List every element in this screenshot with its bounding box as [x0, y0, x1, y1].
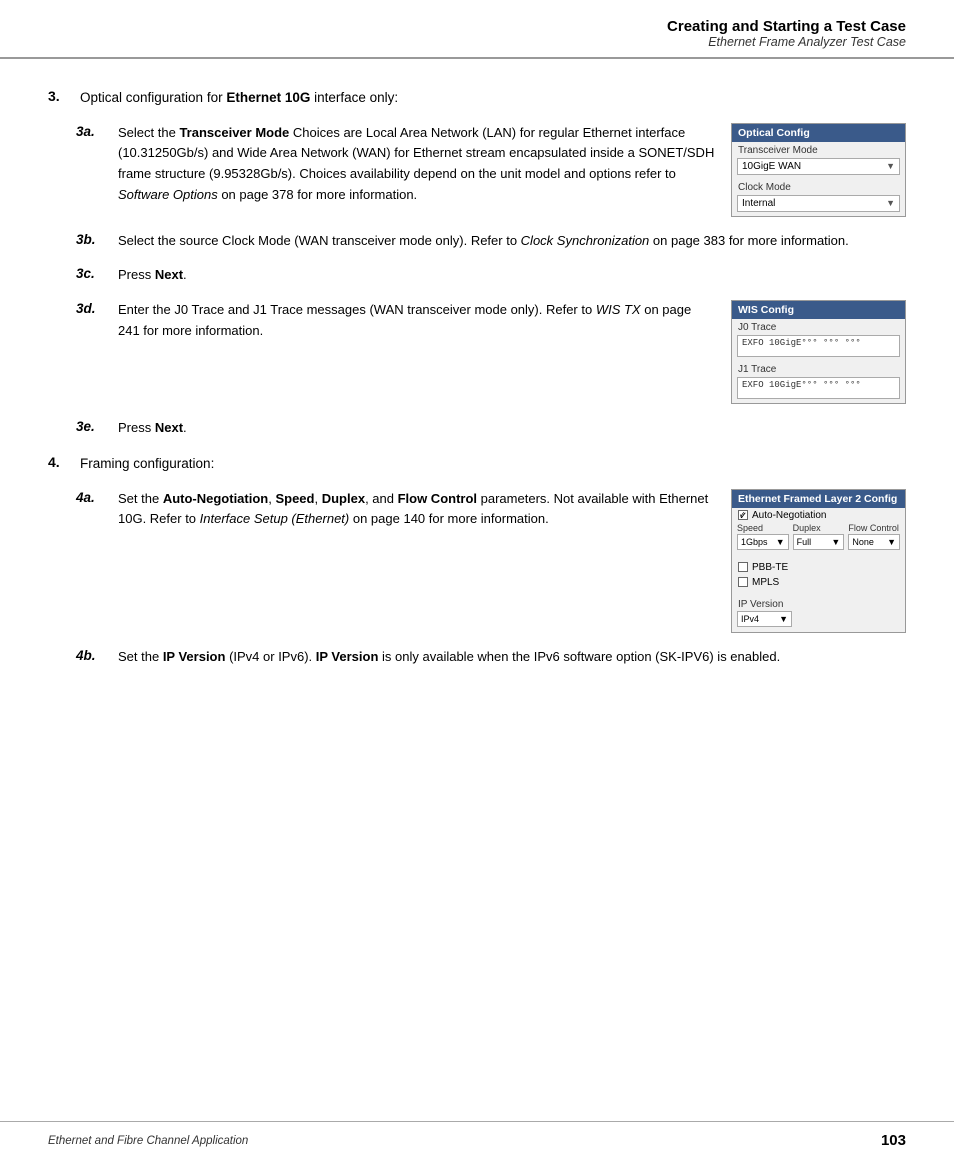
auto-negotiation-checkbox[interactable]: ✓ — [738, 510, 748, 520]
flow-control-value[interactable]: None ▼ — [848, 534, 900, 550]
step-3-text: Optical configuration for Ethernet 10G i… — [80, 87, 398, 109]
duplex-label: Duplex — [793, 523, 845, 534]
step-4-number: 4. — [48, 453, 76, 470]
transceiver-dropdown-arrow: ▼ — [886, 161, 895, 171]
speed-value[interactable]: 1Gbps ▼ — [737, 534, 789, 550]
wis-config-box: WIS Config J0 Trace EXFO 10GigE°°° °°° °… — [731, 300, 906, 404]
step-4a-number: 4a. — [76, 489, 112, 505]
step-3b-text: Select the source Clock Mode (WAN transc… — [118, 231, 906, 252]
step-3-number: 3. — [48, 87, 76, 104]
ip-version-label: IP Version — [732, 596, 905, 611]
step-4: 4. Framing configuration: — [48, 453, 906, 475]
step-3e-number: 3e. — [76, 418, 112, 434]
step-3d-number: 3d. — [76, 300, 112, 316]
flow-control-label: Flow Control — [848, 523, 900, 534]
step-4b-text: Set the IP Version (IPv4 or IPv6). IP Ve… — [118, 647, 906, 668]
speed-label: Speed — [737, 523, 789, 534]
clock-mode-text: Internal — [742, 198, 775, 209]
flow-control-col: Flow Control None ▼ — [848, 523, 900, 550]
step-3c: 3c. Press Next. — [76, 265, 906, 286]
step-3b: 3b. Select the source Clock Mode (WAN tr… — [76, 231, 906, 252]
pbb-te-row: PBB-TE — [732, 560, 905, 575]
mpls-checkbox[interactable] — [738, 577, 748, 587]
page-footer: Ethernet and Fibre Channel Application 1… — [0, 1121, 954, 1159]
optical-config-title: Optical Config — [732, 124, 905, 142]
duplex-col: Duplex Full ▼ — [793, 523, 845, 550]
step-4a-text: Set the Auto-Negotiation, Speed, Duplex,… — [118, 489, 715, 531]
step-3c-text: Press Next. — [118, 265, 906, 286]
duplex-text: Full — [797, 537, 812, 547]
step-3-substeps: 3a. Select the Transceiver Mode Choices … — [76, 123, 906, 439]
footer-left-text: Ethernet and Fibre Channel Application — [48, 1135, 248, 1147]
auto-negotiation-row: ✓ Auto-Negotiation — [732, 508, 905, 523]
step-3c-number: 3c. — [76, 265, 112, 281]
step-3b-content: Select the source Clock Mode (WAN transc… — [118, 231, 906, 252]
j1-trace-label: J1 Trace — [732, 361, 905, 376]
step-3d-content: Enter the J0 Trace and J1 Trace messages… — [118, 300, 906, 404]
step-3e-text: Press Next. — [118, 418, 906, 439]
speed-col: Speed 1Gbps ▼ — [737, 523, 789, 550]
step-3c-content: Press Next. — [118, 265, 906, 286]
flow-dropdown-arrow: ▼ — [887, 537, 896, 547]
mpls-row: MPLS — [732, 575, 905, 590]
page: Creating and Starting a Test Case Ethern… — [0, 0, 954, 1159]
ip-version-value[interactable]: IPv4 ▼ — [737, 611, 792, 627]
mpls-label: MPLS — [752, 577, 779, 588]
ip-version-dropdown-arrow: ▼ — [779, 614, 788, 624]
step-3: 3. Optical configuration for Ethernet 10… — [48, 87, 906, 109]
step-4-text: Framing configuration: — [80, 453, 214, 475]
step-4b: 4b. Set the IP Version (IPv4 or IPv6). I… — [76, 647, 906, 668]
ip-version-text: IPv4 — [741, 614, 759, 624]
step-4-substeps: 4a. Set the Auto-Negotiation, Speed, Dup… — [76, 489, 906, 668]
step-3b-number: 3b. — [76, 231, 112, 247]
page-header: Creating and Starting a Test Case Ethern… — [0, 0, 954, 59]
flow-control-text: None — [852, 537, 874, 547]
auto-negotiation-label: Auto-Negotiation — [752, 510, 827, 521]
step-3a-text: Select the Transceiver Mode Choices are … — [118, 123, 715, 206]
step-3d-text: Enter the J0 Trace and J1 Trace messages… — [118, 300, 715, 342]
clock-mode-label: Clock Mode — [732, 179, 905, 194]
duplex-dropdown-arrow: ▼ — [831, 537, 840, 547]
j0-trace-label: J0 Trace — [732, 319, 905, 334]
header-subtitle: Ethernet Frame Analyzer Test Case — [48, 35, 906, 49]
step-3d: 3d. Enter the J0 Trace and J1 Trace mess… — [76, 300, 906, 404]
transceiver-mode-label: Transceiver Mode — [732, 142, 905, 157]
duplex-value[interactable]: Full ▼ — [793, 534, 845, 550]
page-content: 3. Optical configuration for Ethernet 10… — [0, 59, 954, 729]
clock-mode-value[interactable]: Internal ▼ — [737, 195, 900, 212]
step-4b-number: 4b. — [76, 647, 112, 663]
speed-dropdown-arrow: ▼ — [776, 537, 785, 547]
step-4b-content: Set the IP Version (IPv4 or IPv6). IP Ve… — [118, 647, 906, 668]
transceiver-mode-text: 10GigE WAN — [742, 161, 801, 172]
step-4a: 4a. Set the Auto-Negotiation, Speed, Dup… — [76, 489, 906, 633]
pbb-te-label: PBB-TE — [752, 562, 788, 573]
step-3e-content: Press Next. — [118, 418, 906, 439]
transceiver-mode-value[interactable]: 10GigE WAN ▼ — [737, 158, 900, 175]
step-3e: 3e. Press Next. — [76, 418, 906, 439]
footer-page-number: 103 — [881, 1132, 906, 1149]
j1-trace-value: EXFO 10GigE°°° °°° °°° — [737, 377, 900, 399]
clock-dropdown-arrow: ▼ — [886, 198, 895, 208]
step-3a-content: Select the Transceiver Mode Choices are … — [118, 123, 906, 217]
step-3a-number: 3a. — [76, 123, 112, 139]
ethernet-layer2-config-title: Ethernet Framed Layer 2 Config — [732, 490, 905, 508]
optical-config-box: Optical Config Transceiver Mode 10GigE W… — [731, 123, 906, 217]
j0-trace-value: EXFO 10GigE°°° °°° °°° — [737, 335, 900, 357]
header-title: Creating and Starting a Test Case — [48, 18, 906, 35]
pbb-te-checkbox[interactable] — [738, 562, 748, 572]
step-4a-content: Set the Auto-Negotiation, Speed, Duplex,… — [118, 489, 906, 633]
step-3a: 3a. Select the Transceiver Mode Choices … — [76, 123, 906, 217]
wis-config-title: WIS Config — [732, 301, 905, 319]
speed-text: 1Gbps — [741, 537, 768, 547]
ethernet-layer2-config-box: Ethernet Framed Layer 2 Config ✓ Auto-Ne… — [731, 489, 906, 633]
speed-duplex-flow-row: Speed 1Gbps ▼ Duplex Full ▼ — [732, 523, 905, 554]
